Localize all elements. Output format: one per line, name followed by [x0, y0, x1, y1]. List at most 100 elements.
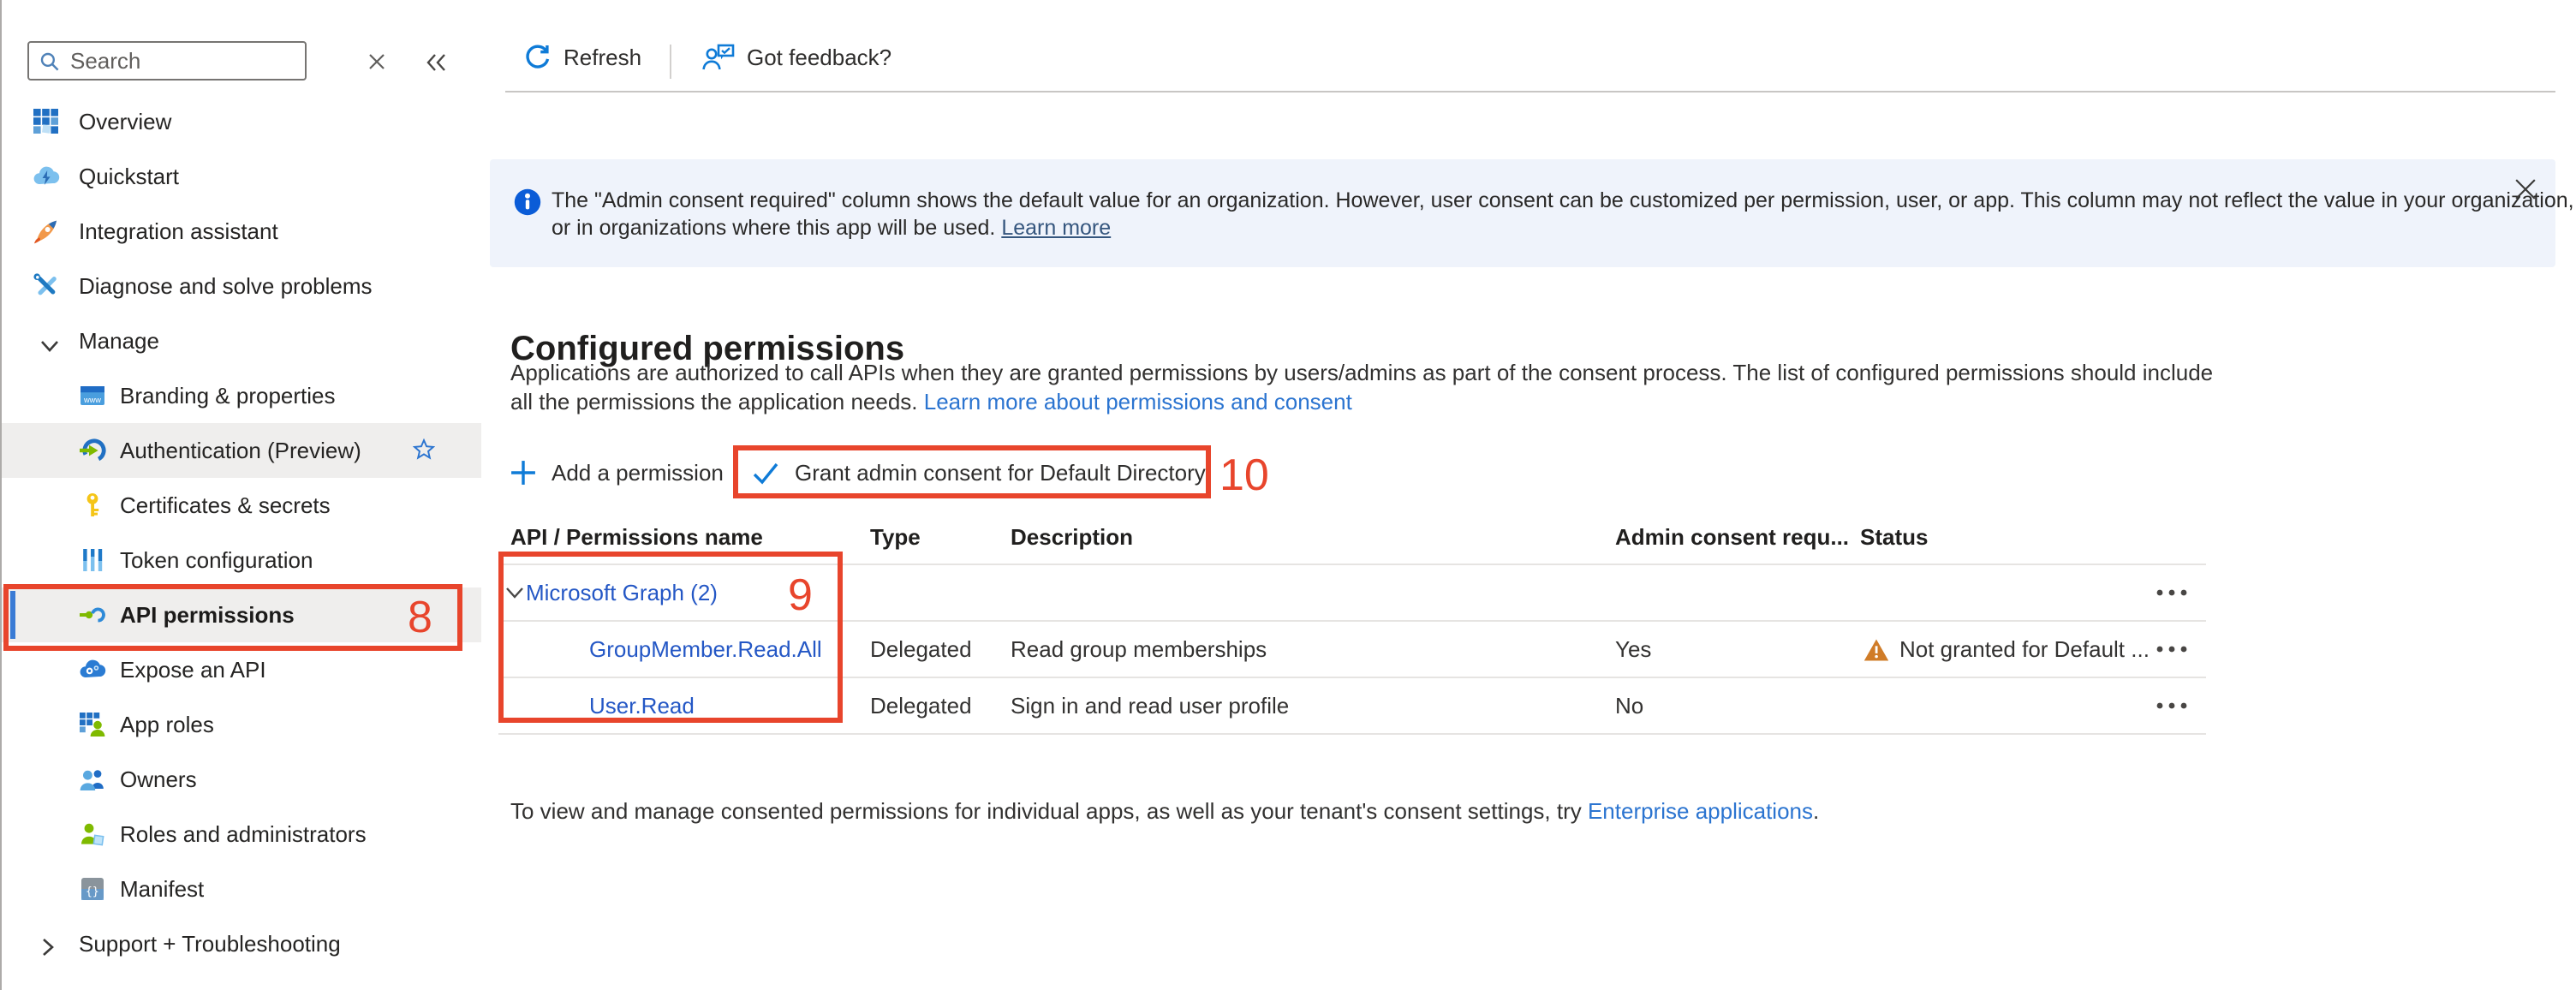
table-row-groupmember-read-all: GroupMember.Read.All Delegated Read grou…	[498, 622, 2206, 678]
annotation-label-10: 10	[1219, 452, 1269, 497]
add-permission-label: Add a permission	[552, 460, 724, 486]
person-cube-icon	[79, 820, 106, 848]
search-placeholder: Search	[70, 48, 140, 74]
sidebar-item-label: Integration assistant	[79, 218, 278, 244]
search-clear-icon[interactable]	[361, 48, 392, 75]
favorite-star-icon[interactable]	[413, 438, 435, 469]
azure-portal-api-permissions-page: Search Overview Quickstart Integration a…	[0, 0, 2576, 990]
rocket-icon	[33, 218, 60, 245]
sidebar-item-owners[interactable]: Owners	[2, 752, 481, 807]
column-header-description: Description	[1011, 524, 1133, 550]
sidebar-item-api-permissions[interactable]: API permissions	[2, 587, 481, 642]
add-permission-button[interactable]: Add a permission	[510, 460, 724, 486]
feedback-button[interactable]: Got feedback?	[702, 43, 891, 72]
sidebar-item-label: Branding & properties	[120, 383, 336, 409]
grant-admin-consent-button[interactable]: Grant admin consent for Default Director…	[752, 460, 1206, 486]
browser-icon: www	[79, 382, 106, 409]
banner-close-icon[interactable]	[2514, 178, 2538, 202]
warning-icon	[1863, 637, 1889, 661]
cloud-gears-icon	[79, 656, 106, 683]
feedback-label: Got feedback?	[747, 45, 891, 70]
sidebar-section-label: Manage	[79, 328, 159, 354]
sidebar-item-expose-api[interactable]: Expose an API	[2, 642, 481, 697]
description-line-2: all the permissions the application need…	[510, 388, 2213, 416]
sidebar-item-label: Owners	[120, 766, 197, 792]
sidebar-item-quickstart[interactable]: Quickstart	[2, 149, 481, 204]
sidebar-item-integration-assistant[interactable]: Integration assistant	[2, 204, 481, 259]
banner-line-1: The "Admin consent required" column show…	[552, 187, 2574, 214]
permission-type: Delegated	[870, 636, 972, 662]
refresh-button[interactable]: Refresh	[522, 43, 641, 72]
enterprise-applications-link[interactable]: Enterprise applications	[1588, 798, 1813, 824]
banner-line-2: or in organizations where this app will …	[552, 214, 2574, 242]
sidebar-item-label: App roles	[120, 712, 214, 737]
description-line-1: Applications are authorized to call APIs…	[510, 360, 2213, 388]
svg-text:{}: {}	[86, 886, 99, 898]
sidebar-item-certificates-secrets[interactable]: Certificates & secrets	[2, 478, 481, 533]
permissions-description: Applications are authorized to call APIs…	[510, 360, 2213, 416]
permission-description: Sign in and read user profile	[1011, 693, 1289, 719]
sidebar-item-label: Certificates & secrets	[120, 492, 331, 518]
sidebar-item-roles-administrators[interactable]: Roles and administrators	[2, 807, 481, 862]
status-cell: Not granted for Default ...	[1863, 636, 2150, 662]
sidebar-section-label: Support + Troubleshooting	[79, 931, 341, 957]
row-expand-chevron-icon[interactable]	[505, 585, 524, 600]
table-row-user-read: User.Read Delegated Sign in and read use…	[498, 678, 2206, 735]
svg-text:www: www	[83, 396, 101, 404]
chevron-right-icon	[39, 935, 67, 963]
permission-link[interactable]: GroupMember.Read.All	[589, 636, 822, 662]
sidebar-item-label: Expose an API	[120, 657, 266, 683]
info-icon	[514, 188, 541, 216]
key-icon	[79, 492, 106, 519]
ellipsis-icon	[2156, 702, 2187, 709]
sidebar-section-support-troubleshooting[interactable]: Support + Troubleshooting	[2, 916, 481, 971]
sidebar-item-token-configuration[interactable]: Token configuration	[2, 533, 481, 587]
sidebar-item-overview[interactable]: Overview	[2, 94, 481, 149]
sidebar: Search Overview Quickstart Integration a…	[0, 0, 481, 990]
permissions-table: API / Permissions name Type Description …	[498, 514, 2206, 735]
api-permissions-icon	[79, 601, 106, 629]
toolbar-divider	[670, 45, 671, 79]
sidebar-item-app-roles[interactable]: App roles	[2, 697, 481, 752]
sidebar-item-label: Token configuration	[120, 547, 313, 573]
permission-link[interactable]: User.Read	[589, 693, 695, 719]
status-text: Not granted for Default ...	[1899, 636, 2150, 662]
row-menu-button[interactable]	[2153, 635, 2191, 663]
grant-admin-consent-label: Grant admin consent for Default Director…	[795, 460, 1206, 486]
admin-consent-required: No	[1615, 693, 1643, 719]
permission-type: Delegated	[870, 693, 972, 719]
overview-icon	[33, 108, 60, 135]
sidebar-collapse-icon[interactable]	[421, 48, 452, 75]
tools-icon	[33, 272, 60, 300]
ellipsis-icon	[2156, 589, 2187, 596]
sliders-icon	[79, 546, 106, 574]
check-icon	[752, 461, 779, 485]
permissions-consent-link[interactable]: Learn more about permissions and consent	[924, 388, 1352, 414]
banner-learn-more-link[interactable]: Learn more	[1001, 216, 1111, 240]
banner-text: The "Admin consent required" column show…	[552, 187, 2574, 242]
sidebar-item-diagnose[interactable]: Diagnose and solve problems	[2, 259, 481, 313]
column-header-status: Status	[1860, 524, 1928, 550]
quickstart-icon	[33, 163, 60, 190]
sidebar-nav: Overview Quickstart Integration assistan…	[2, 94, 481, 971]
column-header-admin-consent: Admin consent requ...	[1615, 524, 1849, 550]
people-icon	[79, 766, 106, 793]
row-menu-button[interactable]	[2153, 579, 2191, 606]
sidebar-item-branding-properties[interactable]: www Branding & properties	[2, 368, 481, 423]
feedback-icon	[702, 43, 735, 72]
sidebar-item-manifest[interactable]: {} Manifest	[2, 862, 481, 916]
api-group-link[interactable]: Microsoft Graph (2)	[526, 580, 718, 605]
search-input[interactable]: Search	[27, 41, 307, 81]
chevron-down-icon	[39, 332, 67, 360]
sidebar-section-manage[interactable]: Manage	[2, 313, 481, 368]
permission-description: Read group memberships	[1011, 636, 1267, 662]
sidebar-item-authentication[interactable]: Authentication (Preview)	[2, 423, 481, 478]
sidebar-item-label: Roles and administrators	[120, 821, 367, 847]
grid-person-icon	[79, 711, 106, 738]
table-header: API / Permissions name Type Description …	[498, 514, 2206, 565]
row-menu-button[interactable]	[2153, 692, 2191, 719]
column-header-type: Type	[870, 524, 921, 550]
column-header-name: API / Permissions name	[510, 524, 763, 550]
info-banner: The "Admin consent required" column show…	[490, 159, 2555, 267]
authentication-icon	[79, 437, 106, 464]
